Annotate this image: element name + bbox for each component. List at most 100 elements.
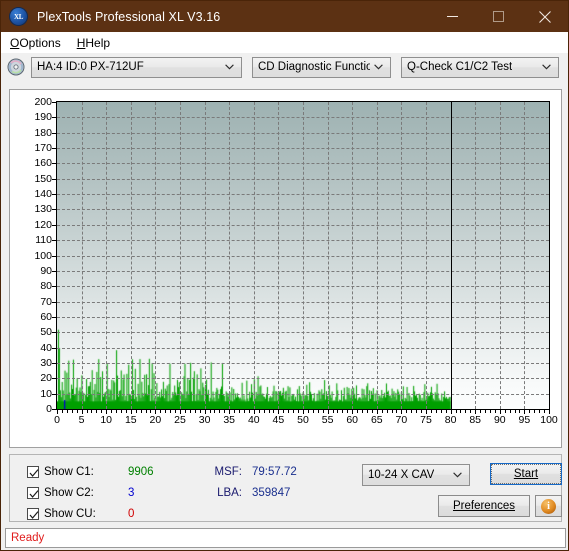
function-select[interactable]: CD Diagnostic Functions [252, 56, 391, 78]
x-axis-tick [480, 410, 482, 413]
menu-item-help-label: Help [85, 35, 111, 50]
x-axis-tick [120, 410, 122, 413]
optical-disc-icon [7, 58, 25, 76]
x-axis-tick [170, 410, 172, 413]
x-axis-tick [494, 410, 496, 413]
chevron-down-icon [221, 61, 241, 73]
show-c2-label: Show C2: [44, 486, 94, 499]
x-axis-tick [485, 410, 487, 413]
grid-line-vertical [327, 102, 329, 409]
x-axis-labels: 0 5 10 15 20 25 30 35 40 45 50 55 60 65 70 75 80 85 90 95 10… [54, 414, 558, 430]
x-axis-tick [347, 410, 349, 413]
x-axis-tick [111, 410, 113, 413]
chart-panel: 0 10 20 30 40 50 60 70 80 90 100 110 120 130 140 150 160… [9, 89, 562, 448]
x-axis-tick [243, 410, 245, 413]
show-cu-row[interactable]: Show CU: 0 [27, 504, 154, 523]
x-axis-tick [455, 410, 457, 413]
x-axis-tick [357, 410, 359, 413]
menu-item-help[interactable]: HHelp [70, 34, 117, 52]
x-axis-tick [145, 410, 147, 413]
grid-line-vertical [106, 102, 108, 409]
x-axis-tick [509, 410, 511, 413]
x-axis-tick [234, 410, 236, 413]
x-axis-tick [263, 410, 265, 413]
info-icon-glyph: i [547, 500, 550, 512]
msf-row: MSF: 79:57.72 [200, 462, 297, 481]
plot-area [56, 101, 550, 410]
x-axis-tick [194, 410, 196, 413]
x-axis-tick [544, 410, 546, 413]
show-c1-label: Show C1: [44, 465, 94, 478]
drive-select[interactable]: HA:4 ID:0 PX-712UF [31, 56, 242, 78]
x-axis-tick [61, 410, 63, 413]
application-window: XL PlexTools Professional XL V3.16 OOpti… [0, 0, 569, 551]
maximize-button[interactable] [475, 1, 521, 32]
grid-line-vertical [229, 102, 231, 409]
cu-value: 0 [128, 507, 135, 520]
x-axis-tick [71, 410, 73, 413]
close-button[interactable] [521, 1, 568, 32]
x-axis-tick [268, 410, 270, 413]
c1-value: 9906 [128, 465, 154, 478]
msf-label: MSF: [214, 465, 242, 478]
show-cu-label: Show CU: [44, 507, 96, 520]
grid-line-vertical [499, 102, 501, 409]
info-button[interactable]: i [535, 495, 562, 517]
x-axis-tick [101, 410, 103, 413]
status-bar: Ready [5, 528, 566, 548]
show-c2-row[interactable]: Show C2: 3 [27, 483, 154, 502]
show-c1-checkbox[interactable] [27, 465, 39, 478]
x-axis-tick [288, 410, 290, 413]
x-axis-tick [445, 410, 447, 413]
chevron-down-icon [538, 61, 558, 73]
x-axis-tick [504, 410, 506, 413]
grid-line-vertical [253, 102, 255, 409]
x-axis-tick [312, 410, 314, 413]
x-axis-tick [489, 410, 491, 413]
x-axis-tick [337, 410, 339, 413]
x-axis-tick-label: 60 [346, 414, 359, 426]
show-cu-checkbox[interactable] [27, 507, 39, 520]
menu-item-options[interactable]: OOptions [3, 34, 68, 52]
x-axis-tick [160, 410, 162, 413]
drive-select-value: HA:4 ID:0 PX-712UF [37, 61, 144, 73]
x-axis-tick [411, 410, 413, 413]
grid-line-vertical [524, 102, 526, 409]
show-c1-row[interactable]: Show C1: 9906 [27, 462, 154, 481]
x-axis-tick [421, 410, 423, 413]
x-axis-tick [76, 410, 78, 413]
test-select[interactable]: Q-Check C1/C2 Test [401, 56, 559, 78]
x-axis-tick [273, 410, 275, 413]
x-axis-tick [396, 410, 398, 413]
x-axis-tick-label: 35 [223, 414, 236, 426]
show-c2-checkbox[interactable] [27, 486, 39, 499]
preferences-button-label: Preferences [452, 500, 515, 512]
x-axis-tick [214, 410, 216, 413]
x-axis-tick-label: 65 [370, 414, 383, 426]
grid-line-vertical [155, 102, 157, 409]
grid-line-vertical [303, 102, 304, 409]
minimize-button[interactable] [429, 1, 475, 32]
x-axis-tick-label: 90 [493, 414, 506, 426]
x-axis-tick-label: 20 [149, 414, 162, 426]
x-axis-tick-label: 75 [420, 414, 432, 426]
xl-app-icon: XL [10, 8, 27, 25]
x-axis-tick-label: 0 [54, 414, 60, 426]
x-axis-tick [465, 410, 467, 413]
x-axis-tick-label: 5 [78, 414, 85, 426]
x-axis-tick [86, 410, 88, 413]
selector-toolbar: HA:4 ID:0 PX-712UF CD Diagnostic Functio… [1, 53, 568, 81]
start-button[interactable]: Start [490, 463, 562, 485]
speed-select-value: 10-24 X CAV [368, 469, 435, 481]
speed-select[interactable]: 10-24 X CAV [362, 464, 470, 486]
scan-end-marker [450, 102, 452, 409]
x-axis-tick-label: 80 [444, 414, 457, 426]
x-axis-tick [298, 410, 300, 413]
x-axis-tick [519, 410, 521, 413]
x-axis-tick-label: 70 [395, 414, 408, 426]
x-axis-tick [539, 410, 541, 413]
x-axis-tick [435, 410, 437, 413]
preferences-button[interactable]: Preferences [438, 495, 530, 517]
x-axis-tick [293, 410, 295, 413]
lba-row: LBA: 359847 [200, 483, 297, 502]
